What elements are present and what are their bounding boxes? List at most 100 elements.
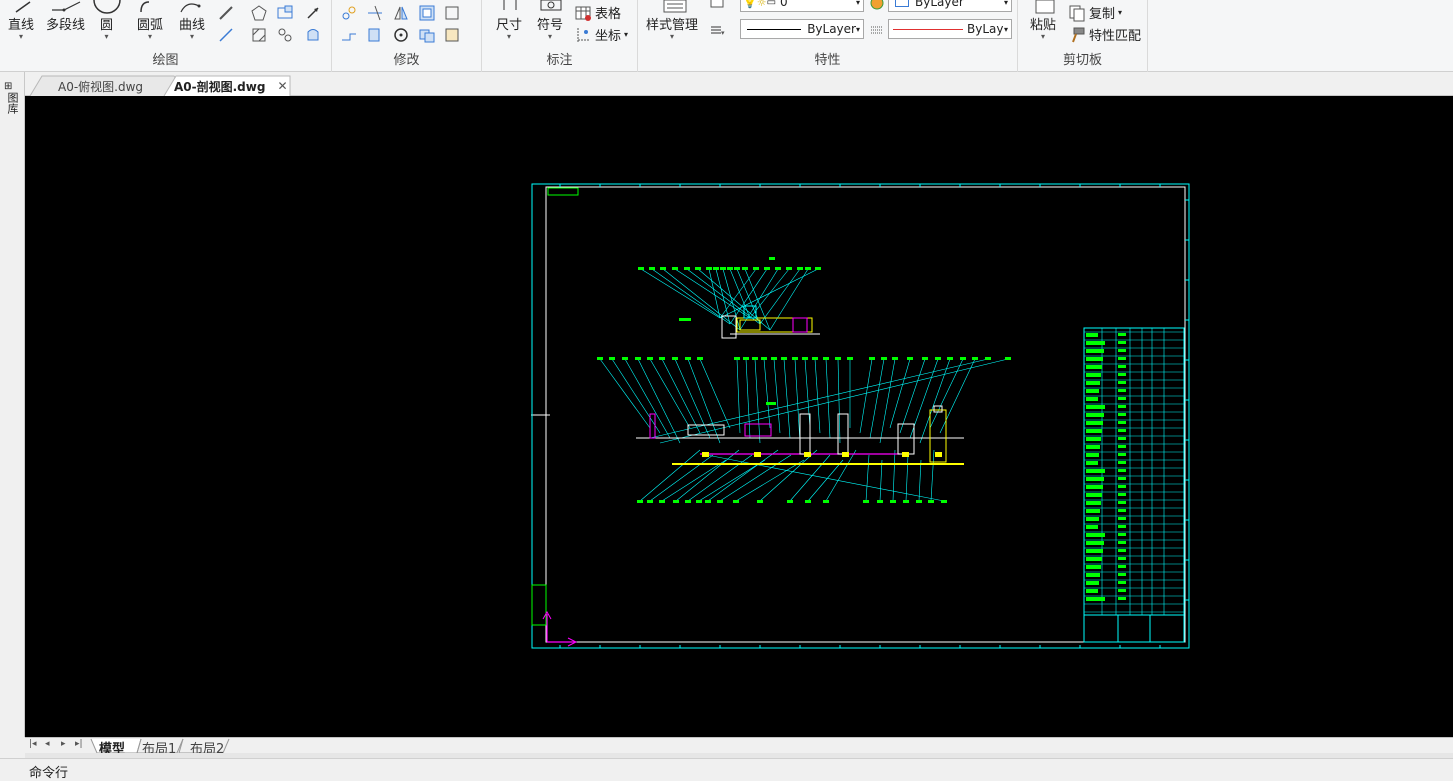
coordinate-button[interactable]: 坐标 ▾: [574, 25, 628, 44]
parts-list-text: [1118, 589, 1126, 592]
offset-icon[interactable]: [418, 4, 436, 22]
balloon-label: [941, 500, 947, 503]
parts-list-text: [1118, 525, 1126, 528]
layout-nav-next[interactable]: ▸: [61, 739, 66, 749]
parts-list-text: [1118, 557, 1126, 560]
construction-line-icon[interactable]: [217, 26, 235, 44]
linetype-select[interactable]: ByLayer ▾: [740, 19, 864, 39]
leader-line: [735, 459, 805, 502]
leader-line: [698, 459, 766, 502]
parts-list-text: [1118, 437, 1126, 440]
drawing-canvas[interactable]: [25, 96, 1453, 737]
match-properties-button[interactable]: 特性匹配: [1068, 25, 1141, 44]
properties-group-title: 特性: [814, 53, 841, 68]
region-icon[interactable]: [276, 26, 294, 44]
lower-label: [766, 402, 776, 405]
copy-icon: [1069, 5, 1085, 21]
balloon-label: [647, 357, 653, 360]
parts-list-text: [1086, 389, 1099, 393]
balloon-label: [792, 357, 798, 360]
copy-button[interactable]: 复制 ▾: [1068, 3, 1122, 22]
style-manager-label: 样式管理: [646, 18, 699, 33]
line-button[interactable]: 直线 ▾: [8, 1, 34, 41]
chevron-down-icon: ▾: [104, 32, 109, 41]
mirror-icon[interactable]: [392, 4, 410, 22]
table-icon: [575, 6, 591, 21]
polyline-button[interactable]: 多段线: [46, 1, 85, 33]
color-select[interactable]: ByLayer ▾: [888, 0, 1012, 12]
chevron-down-icon: ▾: [1003, 0, 1008, 7]
array-icon[interactable]: [418, 26, 436, 44]
document-tab[interactable]: A0-俯视图.dwg: [48, 76, 153, 96]
balloon-label: [802, 357, 808, 360]
hatch-icon[interactable]: [250, 26, 268, 44]
balloon-label: [928, 500, 934, 503]
symbol-button[interactable]: 符号 ▾: [537, 0, 563, 41]
leader-line: [639, 449, 701, 502]
parts-list-text: [1118, 341, 1126, 344]
layout-nav-prev[interactable]: ◂: [45, 739, 50, 749]
circle-button[interactable]: 圆 ▾: [93, 0, 121, 41]
library-panel-tab[interactable]: ⊞ 图库: [4, 82, 20, 115]
parts-list-text: [1118, 597, 1126, 600]
balloon-label: [695, 267, 701, 270]
match-properties-label: 特性匹配: [1089, 29, 1142, 44]
point-icon[interactable]: [304, 4, 322, 22]
style-manager-button[interactable]: 样式管理 ▾: [646, 0, 699, 41]
leader-line: [814, 358, 821, 434]
paste-button[interactable]: 粘贴 ▾: [1030, 0, 1056, 41]
layer-select[interactable]: 💡 ☼ ▭ 0 ▾: [740, 0, 864, 12]
balloon-label: [892, 357, 898, 360]
coordinate-label: 坐标: [595, 29, 622, 44]
parts-list-text: [1118, 373, 1126, 376]
leader-line: [865, 454, 870, 502]
scale-icon[interactable]: [366, 26, 384, 44]
layer-properties-icon[interactable]: [708, 0, 726, 12]
move-icon[interactable]: [340, 4, 358, 22]
leader-line: [649, 358, 691, 429]
balloon-label: [672, 357, 678, 360]
table-button[interactable]: 表格: [574, 3, 621, 22]
command-line[interactable]: 命令行: [0, 758, 1453, 781]
document-tab-active[interactable]: A0-剖视图.dwg ✕: [164, 76, 298, 96]
layout-nav-last[interactable]: ▸|: [75, 739, 83, 749]
document-tab-label: A0-剖视图.dwg: [174, 79, 266, 94]
edit-dropdown[interactable]: ▾: [444, 26, 474, 44]
block-icon[interactable]: [276, 4, 294, 22]
leader-line: [624, 358, 671, 439]
bearing-mark: [702, 452, 709, 457]
pencil-icon[interactable]: [217, 4, 235, 22]
parts-list-text: [1118, 493, 1126, 496]
polygon-icon[interactable]: [250, 4, 268, 22]
parts-list-text: [1118, 469, 1126, 472]
leader-line: [918, 459, 922, 502]
leader-line: [736, 358, 741, 434]
stretch-icon[interactable]: [340, 26, 358, 44]
lower-end-plate: [649, 413, 656, 439]
balloon-label: [697, 357, 703, 360]
parts-list-text: [1118, 533, 1126, 536]
chevron-down-icon: ▾: [670, 32, 675, 41]
boundary-icon[interactable]: [304, 26, 322, 44]
lineweight-menu-icon[interactable]: ▾: [708, 21, 726, 39]
lineweight-select[interactable]: ByLayer ▾: [888, 19, 1012, 39]
properties-group: 样式管理 ▾ 💡 ☼ ▭ 0 ▾ ByLayer ▾ ▾ ByLayer ▾ B…: [638, 0, 1018, 72]
leader-line: [719, 454, 792, 502]
drawing-svg[interactable]: [25, 96, 1453, 737]
rectangle-dropdown[interactable]: ▾: [444, 4, 474, 22]
arc-button[interactable]: 圆弧 ▾: [137, 1, 163, 41]
leader-line: [794, 358, 801, 444]
balloon-label: [734, 267, 740, 270]
color-wheel-icon[interactable]: [868, 0, 886, 12]
curve-button[interactable]: 曲线 ▾: [179, 3, 205, 41]
trim-icon[interactable]: [366, 4, 384, 22]
layout-nav-first[interactable]: |◂: [29, 739, 37, 749]
rotate-icon[interactable]: [392, 26, 410, 44]
linetype-scale-icon[interactable]: [868, 21, 886, 39]
dimension-button[interactable]: 尺寸 ▾: [496, 0, 522, 41]
close-icon[interactable]: ✕: [277, 79, 287, 93]
balloon-label: [696, 500, 702, 503]
leader-line: [759, 268, 801, 325]
leader-line: [899, 358, 926, 434]
balloon-label: [805, 267, 811, 270]
